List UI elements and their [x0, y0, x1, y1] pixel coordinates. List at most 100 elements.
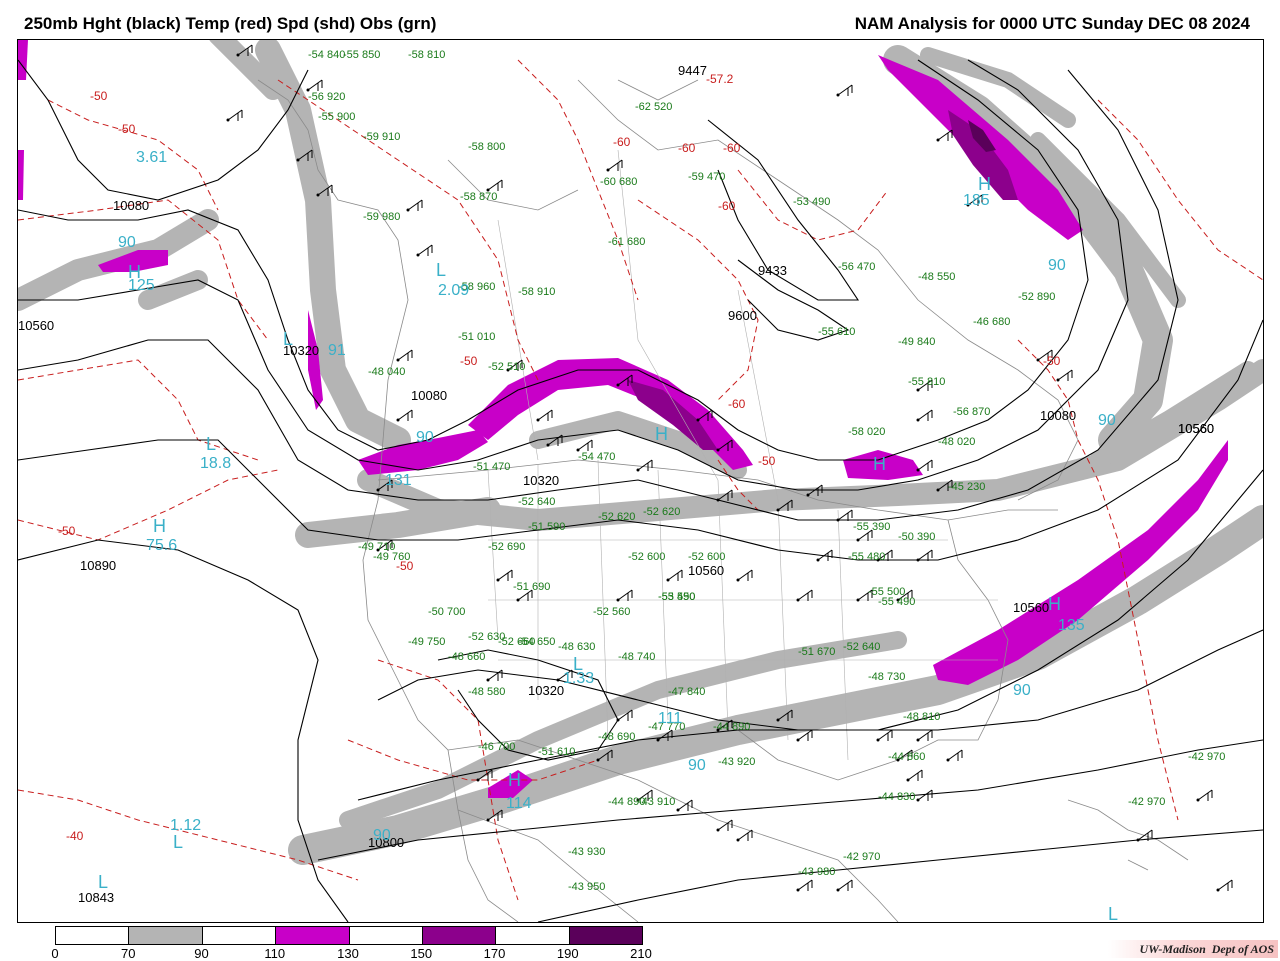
wind-barb-staff	[837, 879, 853, 891]
speed-label: 111	[658, 710, 682, 727]
speed-label: 90	[1013, 682, 1031, 699]
legend-segment	[129, 927, 203, 944]
height-label: 10560	[1013, 600, 1049, 615]
legend-tick-label: 110	[264, 946, 286, 961]
observation-label: -42 970	[1188, 751, 1225, 763]
station-dot	[1056, 378, 1060, 382]
legend-tick-label: 70	[121, 946, 136, 961]
observation-label: -61 680	[608, 236, 645, 248]
observation-label: -49 750	[408, 636, 445, 648]
observation-label: -50 390	[898, 531, 935, 543]
observation-label: -42 970	[1128, 796, 1165, 808]
station-dot	[936, 138, 940, 142]
temperature-label: -50	[396, 559, 414, 573]
temperature-label: -60	[723, 141, 741, 155]
observation-label: -55 810	[908, 376, 945, 388]
speed-label: 135	[1058, 617, 1085, 634]
high-low-marker: H	[1048, 594, 1061, 614]
observation-label: -51 010	[458, 331, 495, 343]
wind-barb-staff	[717, 819, 733, 831]
station-dot	[536, 418, 540, 422]
wind-barb-staff	[397, 409, 413, 421]
chart-title: 250mb Hght (black) Temp (red) Spd (shd) …	[24, 14, 437, 33]
high-low-marker: H	[508, 770, 521, 790]
observation-label: -59 910	[363, 131, 400, 143]
observation-label: -56 470	[838, 261, 875, 273]
speed-label: 2.09	[438, 282, 469, 299]
high-low-marker: H	[128, 262, 141, 282]
station-dot	[316, 193, 320, 197]
station-dot	[946, 758, 950, 762]
observation-label: -47 840	[668, 686, 705, 698]
map-frame: -54 840 -55 850 -58 810 -56 920 -55 900 -59 9…	[17, 39, 1264, 923]
observation-label: -45 230	[948, 481, 985, 493]
observation-label: -58 810	[408, 49, 445, 61]
observation-label: -55 490	[878, 596, 915, 608]
observation-label: -51 670	[798, 646, 835, 658]
speed-label: 3.61	[136, 149, 167, 166]
observation-label: -53 490	[793, 196, 830, 208]
temperature-label: -60	[728, 397, 746, 411]
wind-barb-staff	[907, 769, 923, 781]
temperature-label: -60	[718, 199, 736, 213]
height-label: 10890	[80, 558, 116, 573]
legend-segment	[349, 927, 423, 944]
observation-label: -48 040	[368, 366, 405, 378]
observation-label: -58 800	[468, 141, 505, 153]
station-dot	[546, 443, 550, 447]
station-dot	[516, 598, 520, 602]
high-low-marker: L	[1108, 904, 1118, 922]
wind-barb-staff	[917, 459, 933, 471]
speed-label: 90	[688, 757, 706, 774]
wind-barb-staff	[837, 509, 853, 521]
observation-label: -48 730	[868, 671, 905, 683]
station-dot	[1136, 838, 1140, 842]
wind-barb-staff	[497, 569, 513, 581]
temperature-label: -50	[118, 122, 136, 136]
speed-label: 90	[1048, 257, 1066, 274]
legend-tick-label: 0	[51, 946, 59, 961]
gray-band-pacific-nw-jet	[295, 497, 501, 548]
station-dot	[606, 168, 610, 172]
legend-tick-label: 130	[337, 946, 359, 961]
high-low-marker: H	[978, 174, 991, 194]
height-label: 9447	[678, 63, 707, 78]
high-low-marker: L	[98, 872, 108, 892]
station-dot	[936, 488, 940, 492]
height-label: 10320	[528, 683, 564, 698]
station-dot	[656, 738, 660, 742]
observation-label: -55 610	[818, 326, 855, 338]
temp-contour-4	[18, 469, 279, 541]
speed-label: 114	[506, 795, 532, 812]
speed-label: 131	[385, 472, 412, 489]
jet-core-west-edge	[18, 40, 28, 80]
border-state-6	[777, 499, 789, 741]
credit-badge: UW-Madison Dept of AOS	[1108, 940, 1278, 958]
legend-tick-label: 210	[630, 946, 652, 961]
speed-label: 75.6	[146, 537, 177, 554]
wind-barb-staff	[667, 569, 683, 581]
station-dot	[716, 828, 720, 832]
observation-label: -48 550	[918, 271, 955, 283]
wind-barb-staff	[417, 244, 433, 256]
observation-label: -52 620	[598, 511, 635, 523]
station-dot	[716, 498, 720, 502]
legend-segment	[56, 927, 130, 944]
wind-barb-staff	[917, 729, 933, 741]
observation-label: -60 680	[600, 176, 637, 188]
wind-barb-staff	[797, 589, 813, 601]
height-label: 10560	[1178, 421, 1214, 436]
wind-barb-staff	[537, 409, 553, 421]
station-dot	[236, 53, 240, 57]
high-low-marker: L	[573, 654, 583, 674]
observation-label: -48 740	[618, 651, 655, 663]
station-dot	[916, 558, 920, 562]
station-dot	[906, 778, 910, 782]
station-dot	[416, 253, 420, 257]
wind-barb-staff	[487, 179, 503, 191]
speed-label: 185	[963, 192, 990, 209]
wind-barb-staff	[677, 799, 693, 811]
observation-label: -51 470	[473, 461, 510, 473]
temperature-label: -50	[58, 524, 76, 538]
observation-label: -55 390	[853, 521, 890, 533]
